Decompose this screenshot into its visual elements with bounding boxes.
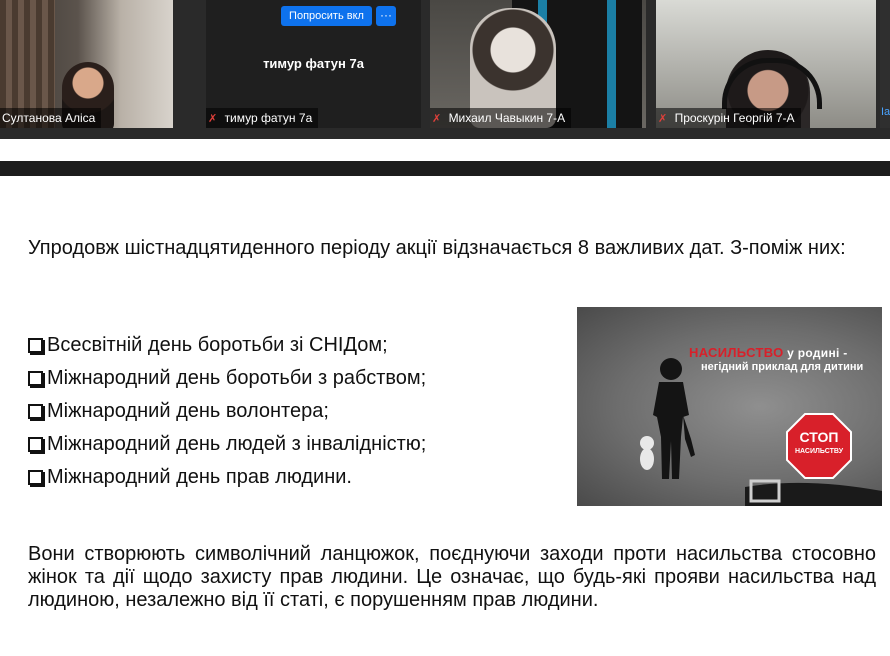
participant-name: Михаил Чавыкин 7-А [448,111,566,125]
stop-sign-text: СТОП [799,429,839,445]
child-silhouette [640,358,695,479]
list-item: Міжнародний день прав людини. [28,466,426,489]
list-item-text: Всесвітній день боротьби зі СНІДом; [47,334,388,356]
list-item: Міжнародний день боротьби з рабством; [28,367,426,390]
checkbox-icon [28,338,43,353]
participant-name: Ia [881,106,890,118]
participant-name: Султанова Аліса [2,111,96,125]
checkbox-icon [28,437,43,452]
list-item-text: Міжнародний день волонтера; [47,400,329,422]
video-tile-4[interactable]: ✗ Проскурін Георгій 7-А [656,0,876,128]
slide-conclusion-text: Вони створюють символічний ланцюжок, поє… [28,543,876,611]
video-tile-5[interactable]: Ia [880,0,890,128]
shared-slide: Упродовж шістнадцятиденного періоду акці… [0,176,890,656]
video-off-name: тимур фатун 7а [263,56,364,71]
participant-name-tag: ✗ Проскурін Георгій 7-А [656,108,801,128]
ask-to-start-video-button[interactable]: Попросить вкл [281,6,372,26]
participant-name: тимур фатун 7а [224,111,313,125]
anti-violence-poster: НАСИЛЬСТВО у родині - негідний приклад д… [577,307,882,506]
list-item-text: Міжнародний день боротьби з рабством; [47,367,427,389]
muted-mic-icon: ✗ [432,113,442,125]
slide-top-bar [0,161,890,176]
checkbox-icon [28,470,43,485]
slide-intro-text: Упродовж шістнадцятиденного періоду акці… [28,237,846,259]
muted-mic-icon: ✗ [658,113,668,125]
participant-name-tag: Султанова Аліса [0,108,102,128]
muted-mic-icon: ✗ [208,113,218,125]
list-item: Міжнародний день людей з інвалідністю; [28,433,426,456]
checkbox-icon [28,404,43,419]
list-item: Всесвітній день боротьби зі СНІДом; [28,334,426,357]
video-tile-1[interactable]: Султанова Аліса [0,0,173,128]
poster-subtitle: негідний приклад для дитини [701,361,864,373]
list-item-text: Міжнародний день людей з інвалідністю; [47,433,427,455]
poster-title: НАСИЛЬСТВО у родині - [689,345,848,360]
list-item-text: Міжнародний день прав людини. [47,466,352,488]
participant-name-tag: ✗ тимур фатун 7а [206,108,319,128]
more-options-button[interactable]: ··· [376,6,396,26]
list-item: Міжнародний день волонтера; [28,400,426,423]
participant-strip: Султанова Аліса тимур фатун 7а ✗ тимур ф… [0,0,890,139]
stop-sign-subtext: НАСИЛЬСТВУ [794,448,844,455]
participant-name: Проскурін Георгій 7-А [674,111,795,125]
checkbox-icon [28,371,43,386]
dates-list: Всесвітній день боротьби зі СНІДом; Міжн… [28,334,426,499]
belt-illustration [745,479,882,506]
video-tile-3[interactable]: ✗ Михаил Чавыкин 7-А [430,0,646,128]
participant-name-tag: ✗ Михаил Чавыкин 7-А [430,108,572,128]
